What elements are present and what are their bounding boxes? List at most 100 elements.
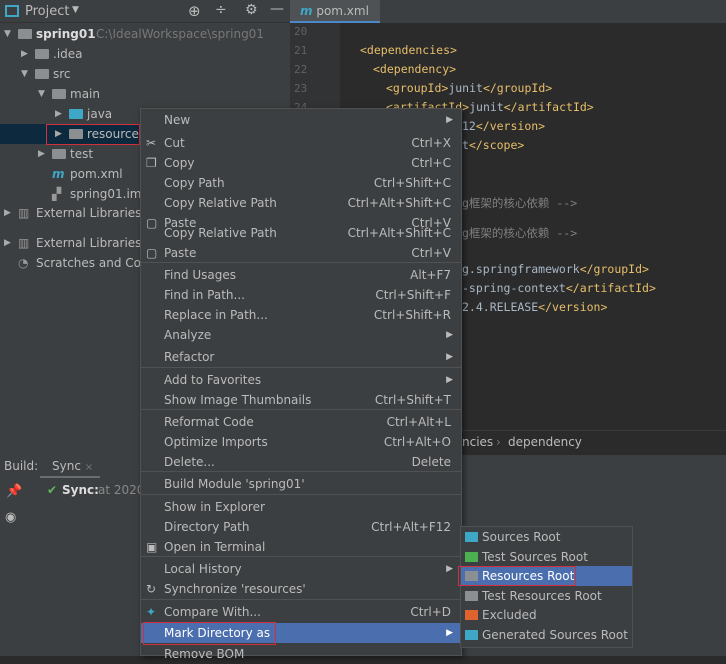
folder-icon <box>465 610 478 621</box>
submenu-item-excluded[interactable]: Excluded <box>461 605 632 625</box>
menu-item-show-in-explorer[interactable]: Show in Explorer <box>141 497 461 517</box>
gear-icon[interactable]: ⚙ <box>245 2 258 18</box>
menu-item-label: Reformat Code <box>164 415 254 429</box>
expanded-arrow-icon[interactable]: ▼ <box>21 64 28 84</box>
menu-item-label: Paste <box>164 246 197 260</box>
collapsed-arrow-icon[interactable]: ▶ <box>21 44 28 64</box>
menu-item-label: New <box>164 113 191 127</box>
submenu-item-label: Test Resources Root <box>482 588 602 603</box>
source-folder-icon <box>69 109 83 119</box>
build-label: Build: <box>4 459 39 473</box>
menu-item-show-image-thumbnails[interactable]: Show Image Thumbnails Ctrl+Shift+T <box>141 390 461 410</box>
menu-item-optimize-imports[interactable]: Optimize Imports Ctrl+Alt+O <box>141 432 461 452</box>
menu-item-remove-bom[interactable]: Remove BOM <box>141 644 461 664</box>
menu-item-local-history[interactable]: Local History ▶ <box>141 559 461 579</box>
module-folder-icon <box>18 29 32 39</box>
tree-item[interactable]: ▼ src <box>0 64 290 84</box>
submenu-arrow-icon: ▶ <box>446 564 453 574</box>
menu-item-new[interactable]: New ▶ <box>141 110 461 130</box>
tree-item-label: java <box>87 107 113 121</box>
menu-item-cut[interactable]: ✂ Cut Ctrl+X <box>141 133 461 153</box>
menu-item-directory-path[interactable]: Directory Path Ctrl+Alt+F12 <box>141 517 461 537</box>
menu-item-open-in-terminal[interactable]: ▣ Open in Terminal <box>141 537 461 557</box>
scratches-icon: ◔ <box>18 256 29 270</box>
code-line[interactable]: <dependency> <box>373 62 456 76</box>
tree-item-label: External Libraries <box>36 236 142 250</box>
code-line[interactable]: 2.4.RELEASE</version> <box>462 300 607 314</box>
highlight-box <box>458 566 576 586</box>
menu-item-paste[interactable]: ▢ Paste Ctrl+V <box>141 243 461 263</box>
expanded-arrow-icon[interactable]: ▼ <box>4 24 11 44</box>
menu-item-find-usages[interactable]: Find Usages Alt+F7 <box>141 265 461 285</box>
code-line[interactable]: 12</version> <box>462 119 545 133</box>
locate-icon[interactable]: ⊕ <box>188 2 201 20</box>
submenu-item-test-sources-root[interactable]: Test Sources Root <box>461 547 632 567</box>
collapsed-arrow-icon[interactable]: ▶ <box>55 104 62 124</box>
code-text: -spring-context <box>462 281 566 295</box>
mark-directory-submenu: Sources Root Test Sources Root Resources R… <box>460 526 633 648</box>
submenu-item-generated-sources-root[interactable]: Generated Sources Root <box>461 625 632 645</box>
tab-pom-xml[interactable]: m pom.xml <box>290 0 380 23</box>
collapse-icon[interactable]: ÷ <box>215 2 227 18</box>
menu-item-shortcut: Ctrl+Shift+R <box>373 308 451 322</box>
close-icon[interactable]: × <box>85 462 93 473</box>
menu-item-add-to-favorites[interactable]: Add to Favorites ▶ <box>141 370 461 390</box>
menu-item-shortcut: Ctrl+D <box>410 605 451 619</box>
tree-item-label: main <box>70 87 100 101</box>
menu-item-label: Delete... <box>164 455 215 469</box>
menu-item-replace-in-path[interactable]: Replace in Path... Ctrl+Shift+R <box>141 305 461 325</box>
pin-icon[interactable]: 📌 <box>6 484 22 499</box>
folder-icon <box>465 590 478 601</box>
menu-item-label: Optimize Imports <box>164 435 268 449</box>
code-line[interactable]: t</scope> <box>462 138 524 152</box>
code-line[interactable]: g.springframework</groupId> <box>462 262 649 276</box>
menu-item-find-in-path[interactable]: Find in Path... Ctrl+Shift+F <box>141 285 461 305</box>
menu-item-analyze[interactable]: Analyze ▶ <box>141 325 461 345</box>
line-number: 20 <box>294 25 308 38</box>
tree-item[interactable]: ▶ .idea <box>0 44 290 64</box>
menu-item-copy-relative-path[interactable]: Copy Relative Path Ctrl+Alt+Shift+C <box>141 223 461 243</box>
breadcrumb-item[interactable]: dependency <box>508 435 582 449</box>
submenu-item-label: Test Sources Root <box>482 549 588 564</box>
breadcrumb-item[interactable]: ncies <box>462 435 493 449</box>
line-number: 22 <box>294 63 308 76</box>
eye-icon[interactable]: ◉ <box>5 510 16 525</box>
expanded-arrow-icon[interactable]: ▼ <box>38 84 45 104</box>
folder-icon <box>52 89 66 99</box>
menu-item-compare-with[interactable]: ✦ Compare With... Ctrl+D <box>141 602 461 622</box>
tree-item-label: External Libraries <box>36 206 142 220</box>
menu-item-synchronize-resources[interactable]: ↻ Synchronize 'resources' <box>141 579 461 599</box>
submenu-item-sources-root[interactable]: Sources Root <box>461 527 632 547</box>
folder-icon <box>35 69 49 79</box>
code-tag: </version> <box>475 119 546 133</box>
tree-item[interactable]: ▼ main <box>0 84 290 104</box>
menu-item-copy-path[interactable]: Copy Path Ctrl+Shift+C <box>141 173 461 193</box>
tab-sync[interactable]: Sync × <box>52 459 93 473</box>
menu-item-build-module-spring01[interactable]: Build Module 'spring01' <box>141 474 461 494</box>
minimize-icon[interactable]: — <box>270 1 284 17</box>
collapsed-arrow-icon[interactable]: ▶ <box>4 233 11 253</box>
paste-icon: ▢ <box>146 246 158 260</box>
menu-item-shortcut: Ctrl+C <box>411 156 451 170</box>
menu-item-shortcut: Ctrl+V <box>411 246 451 260</box>
code-line[interactable]: -spring-context</artifactId> <box>462 281 656 295</box>
collapsed-arrow-icon[interactable]: ▶ <box>4 203 11 223</box>
tree-item[interactable]: ▼ spring01 C:\IdealWorkspace\spring01 <box>0 24 290 44</box>
chevron-down-icon[interactable]: ▼ <box>72 5 79 15</box>
submenu-item-test-resources-root[interactable]: Test Resources Root <box>461 586 632 606</box>
menu-item-copy[interactable]: ❐ Copy Ctrl+C <box>141 153 461 173</box>
menu-item-label: Analyze <box>164 328 212 342</box>
menu-item-reformat-code[interactable]: Reformat Code Ctrl+Alt+L <box>141 412 461 432</box>
project-panel-title[interactable]: Project <box>25 4 69 19</box>
sync-icon: ↻ <box>146 582 157 596</box>
menu-item-copy-relative-path[interactable]: Copy Relative Path Ctrl+Alt+Shift+C <box>141 193 461 213</box>
code-line[interactable]: <dependencies> <box>360 43 457 57</box>
highlight-box <box>46 124 140 145</box>
collapsed-arrow-icon[interactable]: ▶ <box>38 144 45 164</box>
code-line[interactable]: g框架的核心依赖 --> <box>462 195 577 211</box>
menu-item-delete[interactable]: Delete... Delete <box>141 452 461 472</box>
code-line[interactable]: <groupId>junit</groupId> <box>386 81 552 95</box>
menu-item-refactor[interactable]: Refactor ▶ <box>141 347 461 367</box>
code-line[interactable]: g框架的核心依赖 --> <box>462 225 577 241</box>
menu-item-label: Open in Terminal <box>164 540 266 554</box>
